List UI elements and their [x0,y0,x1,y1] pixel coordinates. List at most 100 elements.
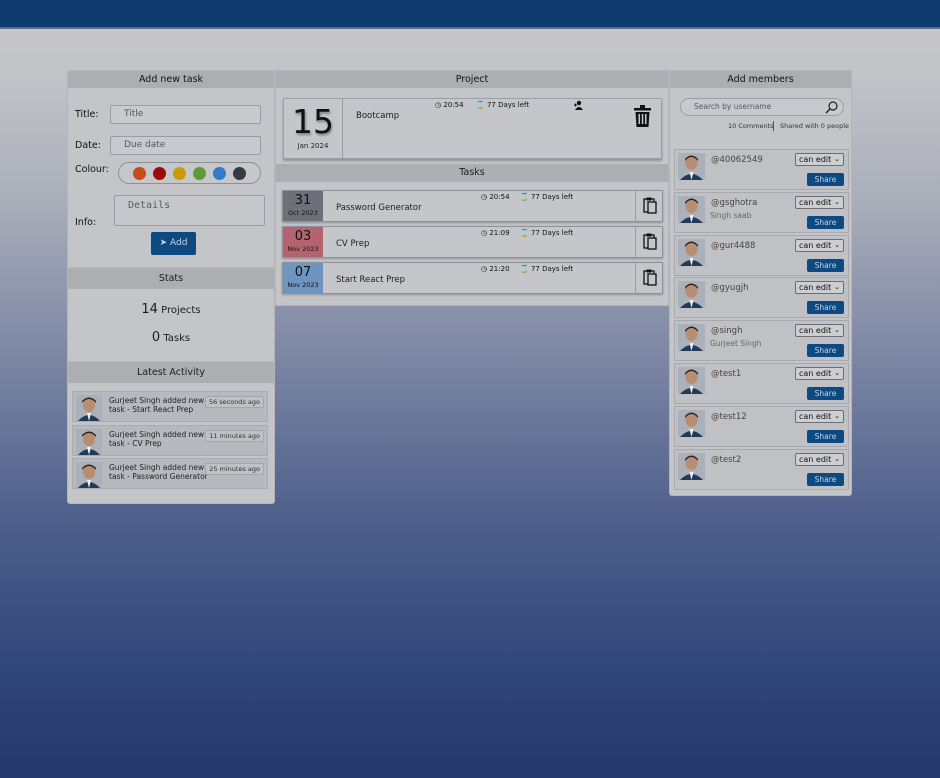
task-time: ◷ 20:54 [481,193,510,201]
permission-select[interactable]: can edit ⌄ [795,367,844,380]
colour-option[interactable] [153,167,166,180]
member-row: @gur4488 can edit ⌄ Share [674,234,849,276]
send-icon: ➤ [159,238,168,248]
hourglass-icon: ⌛ [520,229,529,237]
add-task-header: Add new task [68,71,274,88]
task-day: 07 [294,265,312,280]
share-button[interactable]: Share [807,301,844,315]
task-row[interactable]: 03 Nov 2023 CV Prep ◷ 21:09 ⌛ 77 Days le… [282,226,663,258]
project-days-left: ⌛ 77 Days left [476,101,529,109]
permission-select[interactable]: can edit ⌄ [795,452,844,466]
clipboard-icon [643,233,657,250]
member-username: @gyugjh [711,283,749,294]
avatar [678,367,705,394]
member-username: @singh [711,326,743,337]
task-time: ◷ 21:20 [481,265,510,273]
projects-count: 14 [141,302,158,317]
member-username: @test1 [711,369,742,379]
permission-select[interactable]: can edit ⌄ [795,324,844,338]
permission-select[interactable]: can edit ⌄ [795,153,844,166]
project-panel: Project 15 Jan 2024 Bootcamp ◷ 20:54 ⌛ 7… [275,70,669,306]
task-days-left-value: 77 Days left [530,193,574,201]
colour-option[interactable] [213,167,226,180]
chevron-down-icon: ⌄ [834,240,840,249]
colour-option[interactable] [133,167,146,180]
project-name: Bootcamp [356,111,400,121]
top-navbar [0,0,940,29]
permission-value: can edit [799,155,832,164]
activity-message: Gurjeet Singh added new task - CV Prep [109,430,205,448]
avatar [678,281,705,309]
share-button[interactable]: Share [807,173,844,186]
clipboard-button[interactable] [635,227,662,257]
hourglass-icon: ⌛ [520,265,529,273]
colour-option[interactable] [173,167,186,180]
chevron-down-icon: ⌄ [834,369,840,377]
project-days-left-value: 77 Days left [486,101,530,109]
task-time-value: 21:09 [489,229,510,237]
member-username: @40062549 [711,155,763,165]
share-button[interactable]: Share [807,387,844,400]
task-date: 07 Nov 2023 [283,263,323,293]
member-row: @40062549 can edit ⌄ Share [674,149,849,190]
share-button[interactable]: Share [807,258,844,272]
activity-item: Gurjeet Singh added new task - Start Rea… [72,391,268,422]
task-name: Start React Prep [336,275,406,285]
chevron-down-icon: ⌄ [834,454,840,463]
add-members-header: Add members [670,71,851,88]
share-button[interactable]: Share [807,472,844,486]
activity-time-badge: 11 minutes ago [205,430,264,442]
add-user-icon[interactable] [574,100,584,110]
search-icon[interactable] [825,101,838,114]
member-search-input[interactable]: Search by username [680,98,844,116]
title-input[interactable]: Title [110,105,261,124]
task-days-left: ⌛ 77 Days left [520,265,573,273]
search-placeholder: Search by username [694,102,772,111]
colour-option[interactable] [233,167,246,180]
comments-count[interactable]: 10 Comments [728,122,774,130]
task-days-left-value: 77 Days left [530,265,574,273]
share-button[interactable]: Share [807,215,844,229]
share-button[interactable]: Share [807,429,844,443]
meta-divider [773,121,774,131]
task-name: Password Generator [336,203,422,213]
project-time: ◷ 20:54 [435,101,464,109]
project-card[interactable]: 15 Jan 2024 Bootcamp ◷ 20:54 ⌛ 77 Days l… [283,98,662,159]
clipboard-button[interactable] [635,263,662,293]
projects-label: Projects [161,305,201,316]
avatar [76,462,102,488]
task-month: Oct 2023 [288,209,318,217]
permission-select[interactable]: can edit ⌄ [795,409,844,423]
share-button[interactable]: Share [807,344,844,358]
clock-icon: ◷ [435,101,442,109]
permission-select[interactable]: can edit ⌄ [795,281,844,295]
details-textarea[interactable]: Details [114,195,265,226]
member-row: @test2 can edit ⌄ Share [674,448,849,490]
task-name: CV Prep [336,239,370,249]
member-username: @gur4488 [711,240,756,251]
member-row: @test12 can edit ⌄ Share [674,405,849,447]
project-day: 15 [292,102,334,141]
permission-value: can edit [799,240,832,250]
project-date: 15 Jan 2024 [284,99,343,158]
due-date-input[interactable]: Due date [110,136,261,155]
project-month: Jan 2024 [297,142,329,150]
task-time-value: 21:20 [489,265,510,273]
trash-icon[interactable] [634,105,651,127]
colour-option[interactable] [193,167,206,180]
add-task-panel: Add new task Title: Title Date: Due date… [67,70,275,504]
project-time-value: 20:54 [443,101,464,109]
avatar [678,238,705,266]
task-month: Nov 2023 [287,281,319,289]
task-row[interactable]: 31 Oct 2023 Password Generator ◷ 20:54 ⌛… [282,190,663,222]
task-days-left: ⌛ 77 Days left [520,193,573,201]
add-task-button[interactable]: ➤ Add [151,232,196,255]
clipboard-button[interactable] [635,191,662,221]
permission-select[interactable]: can edit ⌄ [795,195,844,209]
task-days-left: ⌛ 77 Days left [520,229,573,237]
task-days-left-value: 77 Days left [530,229,574,237]
avatar [678,409,705,437]
task-row[interactable]: 07 Nov 2023 Start React Prep ◷ 21:20 ⌛ 7… [282,262,663,294]
permission-value: can edit [799,411,832,421]
permission-select[interactable]: can edit ⌄ [795,238,844,252]
